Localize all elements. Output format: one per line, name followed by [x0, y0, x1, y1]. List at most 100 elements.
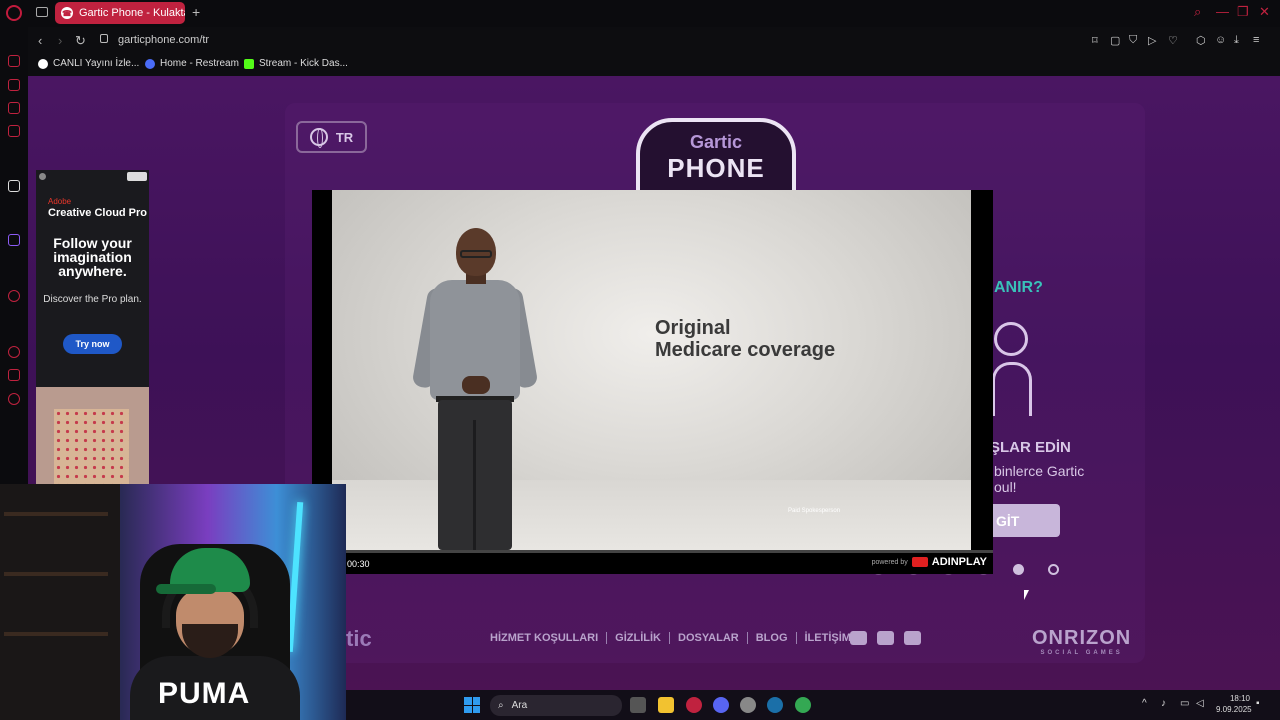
webcam-overlay: PUMA: [0, 484, 346, 720]
bookmark-icon[interactable]: ⌑: [1092, 34, 1098, 47]
active-tab[interactable]: ☎ Gartic Phone - Kulakta: [55, 2, 185, 24]
adobe-display-ad[interactable]: Adobe Creative Cloud Pro Follow your ima…: [36, 170, 149, 387]
sidebar-item-4-icon[interactable]: [8, 125, 20, 137]
ad-brand: Creative Cloud Pro: [48, 207, 148, 219]
footer-logo-fragment: tic: [346, 626, 372, 651]
ad-headline: Follow your imagination anywhere.: [53, 235, 132, 279]
ad-brand-small: Adobe: [48, 197, 72, 206]
twitch-icon[interactable]: [8, 234, 20, 246]
logo-line1: Gartic: [689, 132, 743, 152]
brand-name: ONRIZON: [1032, 627, 1132, 649]
notifications-icon[interactable]: ▪: [1256, 698, 1260, 709]
discord-taskbar-icon[interactable]: [713, 697, 729, 713]
bookmark-item-3[interactable]: Stream - Kick Das...: [244, 58, 348, 69]
tray-overflow-icon[interactable]: ^: [1142, 698, 1147, 709]
clock-time: 18:10: [1229, 694, 1250, 703]
extensions-icon[interactable]: ⬡: [1196, 34, 1206, 47]
sidebar-item-5-icon[interactable]: [8, 180, 20, 192]
powered-by-adinplay[interactable]: powered by ADINPLAY: [872, 556, 987, 568]
bookmark-item-1[interactable]: CANLI Yayını İzle...: [38, 58, 139, 69]
ad-info-icon[interactable]: [39, 173, 46, 180]
footer-link-terms[interactable]: HİZMET KOŞULLARI: [490, 632, 598, 644]
provider-name: ADINPLAY: [931, 556, 987, 568]
footer-link-privacy[interactable]: GİZLİLİK: [615, 632, 661, 644]
bookmarks-bar: CANLI Yayını İzle... Home - Restream Str…: [28, 54, 1280, 74]
footer-link-blog[interactable]: BLOG: [756, 632, 788, 644]
shield-icon[interactable]: ⛉: [1129, 34, 1137, 47]
restream-icon: [145, 58, 155, 69]
player-icon[interactable]: [8, 290, 20, 302]
sidebar-item-3-icon[interactable]: [8, 102, 20, 114]
adchoices-icon[interactable]: [127, 172, 147, 181]
download-icon[interactable]: ⤓: [1234, 34, 1239, 47]
steam-taskbar-icon[interactable]: [767, 697, 783, 713]
app-taskbar-icon[interactable]: [740, 697, 756, 713]
file-explorer-icon[interactable]: [658, 697, 674, 713]
footer-link-files[interactable]: DOSYALAR: [678, 632, 739, 644]
gift-display-ad[interactable]: [36, 387, 149, 487]
minimize-button[interactable]: —: [1216, 4, 1229, 19]
tab-title: Gartic Phone - Kulakta: [79, 7, 185, 19]
spokesperson-figure: [410, 228, 540, 550]
play-icon[interactable]: ▷: [1148, 34, 1156, 47]
video-frame: Original Medicare coverage Paid Spokespe…: [332, 190, 971, 550]
how-to-play-subtitle: ŞLAR EDİN: [990, 439, 1071, 456]
bookmark-item-2[interactable]: Home - Restream: [145, 58, 239, 69]
forward-button[interactable]: ›: [58, 33, 62, 48]
sidebar-item-2-icon[interactable]: [8, 79, 20, 91]
video-ad-player[interactable]: Original Medicare coverage Paid Spokespe…: [312, 190, 993, 574]
maximize-button[interactable]: ❐: [1237, 4, 1249, 20]
search-label: Ara: [511, 700, 528, 711]
task-view-icon[interactable]: [630, 697, 646, 713]
opera-taskbar-icon[interactable]: [686, 697, 702, 713]
bookmark-label: Stream - Kick Das...: [259, 58, 348, 69]
carousel-dot[interactable]: [1048, 564, 1059, 575]
new-tab-button[interactable]: +: [192, 4, 200, 20]
social-links: [850, 631, 921, 645]
search-tabs-icon[interactable]: ⌕: [1194, 4, 1201, 20]
background-shelf: [0, 484, 120, 720]
chrome-taskbar-icon[interactable]: [795, 697, 811, 713]
snapshot-icon[interactable]: ▢: [1110, 34, 1120, 47]
ad-subline: Discover the Pro plan.: [43, 294, 142, 305]
close-window-button[interactable]: ✕: [1259, 4, 1270, 20]
ad-cta-button[interactable]: Try now: [63, 334, 122, 354]
volume-icon[interactable]: ◁: [1196, 698, 1204, 709]
opera-logo-icon[interactable]: [6, 5, 22, 21]
reload-button[interactable]: ↻: [75, 33, 86, 49]
footer-link-contact[interactable]: İLETİŞİM: [805, 632, 851, 644]
carousel-dot-active[interactable]: [1013, 564, 1024, 575]
tab-favicon-icon: ☎: [61, 7, 73, 19]
tab-bar: ☎ Gartic Phone - Kulakta + ⌕ — ❐ ✕: [0, 0, 1280, 27]
discord-icon[interactable]: [904, 631, 921, 645]
clock-date: 9.09.2025: [1216, 705, 1252, 714]
url-field[interactable]: garticphone.com/tr: [118, 34, 209, 46]
sidebar-item-1-icon[interactable]: [8, 55, 20, 67]
how-to-play-title: ANIR?: [994, 279, 1043, 296]
language-button[interactable]: TR: [296, 121, 367, 153]
menu-icon[interactable]: ≡: [1253, 34, 1259, 46]
network-icon[interactable]: ▭: [1180, 698, 1189, 709]
profile-icon[interactable]: ☺: [1215, 34, 1226, 46]
taskbar-search[interactable]: ⌕ Ara: [490, 695, 622, 716]
gift-box-image: [54, 409, 129, 487]
video-time: 00:30: [347, 559, 370, 569]
video-ad-line2: Medicare coverage: [655, 339, 836, 361]
heart-icon[interactable]: ♡: [1168, 34, 1178, 47]
bookmark-label: Home - Restream: [160, 58, 239, 69]
video-ad-headline: Original Medicare coverage: [655, 317, 835, 361]
taskbar-clock[interactable]: 18:10 9.09.2025: [1216, 693, 1252, 715]
history-icon[interactable]: [8, 346, 20, 358]
twitter-icon[interactable]: [850, 631, 867, 645]
microphone-icon[interactable]: ♪: [1161, 698, 1166, 709]
video-progress-bar[interactable]: [345, 550, 993, 553]
settings-icon[interactable]: [8, 393, 20, 405]
bookmark-label: CANLI Yayını İzle...: [53, 58, 140, 69]
youtube-icon[interactable]: [877, 631, 894, 645]
back-button[interactable]: ‹: [38, 33, 42, 48]
windows-start-icon[interactable]: [464, 697, 480, 713]
onrizon-logo[interactable]: ONRIZON SOCIAL GAMES: [1032, 627, 1131, 656]
tab-manager-icon[interactable]: [36, 7, 48, 17]
video-control-bar: 00:30 powered by ADINPLAY: [345, 550, 993, 574]
extensions-sidebar-icon[interactable]: [8, 369, 20, 381]
